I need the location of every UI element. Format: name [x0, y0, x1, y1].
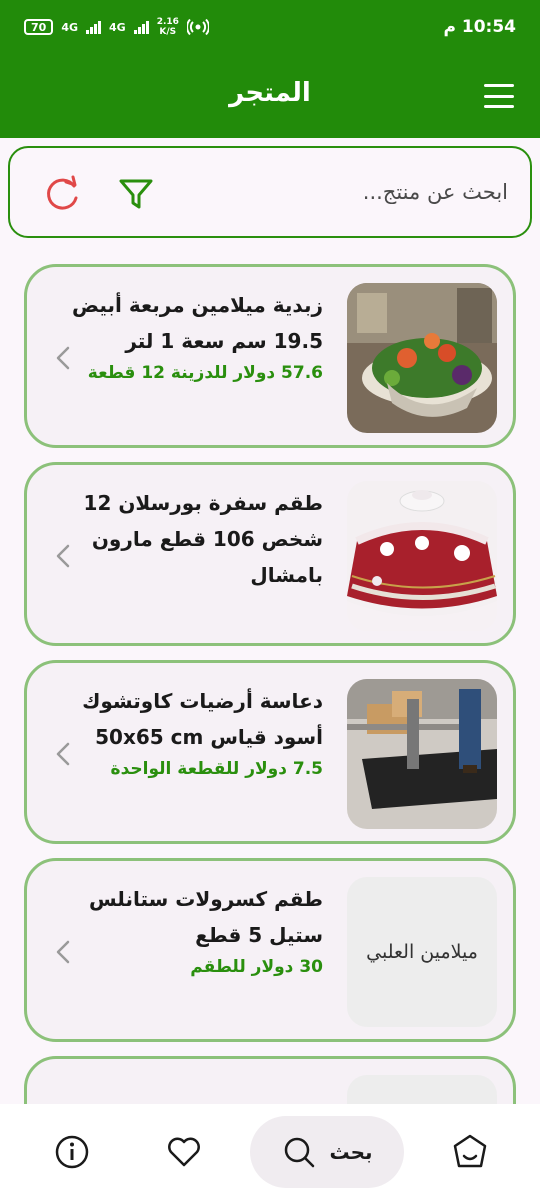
net-speed-unit: K/S [159, 27, 177, 37]
product-name: زبدية ميلامين مربعة أبيض 19.5 سم سعة 1 ل… [72, 293, 323, 353]
net-speed: 2.16 K/S [157, 17, 179, 37]
product-price: 7.5 دولار للقطعة الواحدة [110, 759, 323, 779]
product-name: طقم كسرولات ستانلس ستيل 5 قطع [89, 887, 323, 947]
product-price: 30 دولار للطقم [190, 957, 323, 977]
filter-icon[interactable] [116, 176, 156, 212]
signal-icon [86, 20, 101, 34]
product-info: طقم سفرة بورسلان 12 شخص 106 قطع مارون با… [63, 485, 323, 593]
status-bar: 70 4G 4G 2.16 K/S 10:54 م [0, 0, 540, 56]
product-image [347, 283, 497, 433]
bottom-navigation: بحث [0, 1104, 540, 1200]
product-price: 57.6 دولار للدزينة 12 قطعة [87, 363, 323, 383]
hotspot-icon [186, 18, 209, 36]
heart-icon[interactable] [164, 1132, 204, 1172]
search-input[interactable] [188, 170, 508, 214]
nav-search-button[interactable]: بحث [250, 1116, 404, 1188]
network-type-1: 4G [61, 20, 78, 34]
search-icon [285, 1137, 315, 1168]
product-name: دعاسة أرضيات كاوتشوك أسود قياس 50x65 cm [82, 689, 323, 749]
menu-icon-bar [484, 94, 514, 98]
product-card[interactable]: دعاسة أرضيات كاوتشوك أسود قياس 50x65 cm … [24, 660, 516, 844]
product-card[interactable]: ميلامين العلبي طقم كسرولات ستانلس ستيل 5… [24, 858, 516, 1042]
product-info: طقم كسرولات ستانلس ستيل 5 قطع 30 دولار ل… [63, 881, 323, 977]
product-name: طقم سفرة بورسلان 12 شخص 106 قطع مارون با… [83, 491, 323, 587]
product-info: زبدية ميلامين مربعة أبيض 19.5 سم سعة 1 ل… [63, 287, 323, 383]
chevron-left-icon [56, 940, 70, 964]
page-title: المتجر [229, 78, 311, 108]
battery-indicator: 70 [24, 19, 54, 35]
network-type-2: 4G [109, 20, 126, 34]
product-card[interactable]: زبدية ميلامين مربعة أبيض 19.5 سم سعة 1 ل… [24, 264, 516, 448]
product-image-placeholder: ميلامين العلبي [347, 877, 497, 1027]
product-image [347, 679, 497, 829]
clock: 10:54 م [443, 17, 516, 37]
home-icon[interactable] [450, 1132, 490, 1172]
app-header: 70 4G 4G 2.16 K/S 10:54 م المتجر [0, 0, 540, 138]
nav-search-label: بحث [329, 1140, 373, 1164]
search-bar [8, 146, 532, 238]
menu-button[interactable] [484, 84, 514, 108]
menu-icon-bar [484, 84, 514, 87]
info-icon[interactable] [52, 1132, 92, 1172]
net-speed-value: 2.16 [156, 17, 179, 27]
chevron-left-icon [56, 742, 70, 766]
product-info: دعاسة أرضيات كاوتشوك أسود قياس 50x65 cm … [63, 683, 323, 779]
product-image [347, 481, 497, 631]
status-indicators: 70 4G 4G 2.16 K/S [24, 17, 209, 37]
product-card[interactable]: طقم سفرة بورسلان 12 شخص 106 قطع مارون با… [24, 462, 516, 646]
signal-icon-2 [133, 20, 149, 34]
chevron-left-icon [56, 346, 70, 370]
chevron-left-icon [56, 544, 70, 568]
menu-icon-bar [484, 105, 514, 108]
refresh-icon[interactable] [40, 174, 84, 214]
